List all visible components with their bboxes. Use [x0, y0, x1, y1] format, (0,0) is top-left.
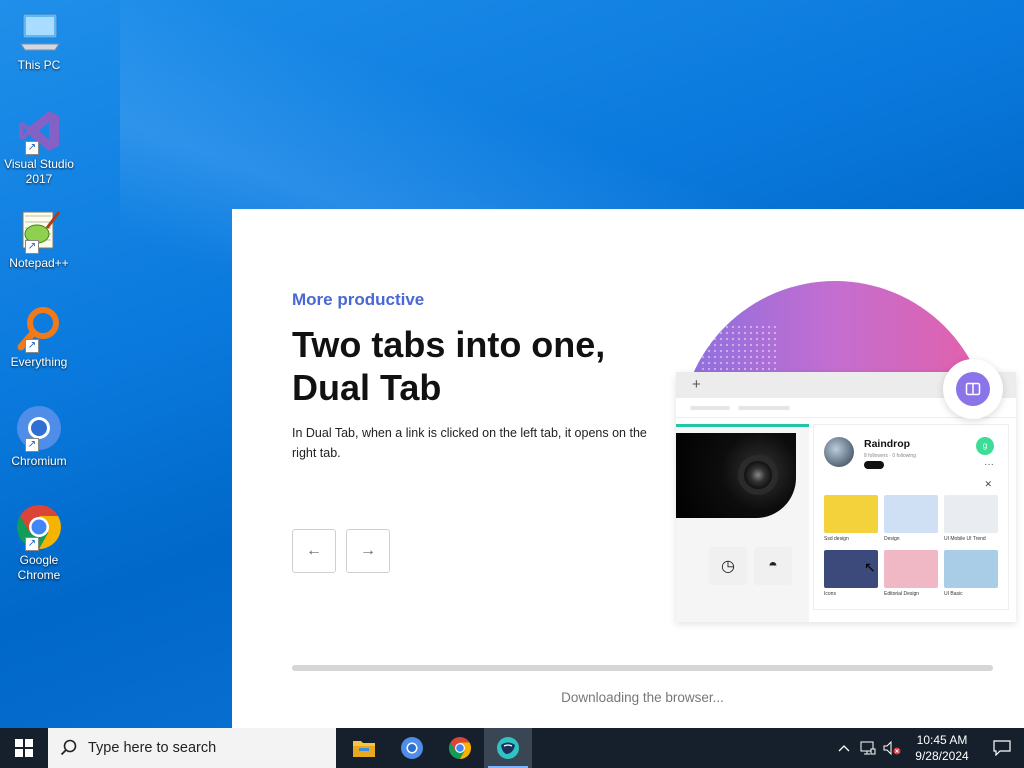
- download-progress-fill: [292, 665, 993, 671]
- desktop-icon-label: Notepad++: [9, 256, 69, 270]
- system-tray: 10:45 AM 9/28/2024: [832, 728, 1024, 768]
- desktop-icon-label: Chromium: [11, 454, 67, 468]
- profile-name: Raindrop: [864, 438, 911, 450]
- whale-browser-icon: [497, 737, 519, 759]
- chromium-icon: [401, 737, 423, 759]
- visual-studio-icon: ↗: [15, 107, 63, 155]
- taskbar-clock[interactable]: 10:45 AM 9/28/2024: [904, 732, 980, 764]
- tile-editorial: [884, 550, 938, 588]
- page-title: Two tabs into one, Dual Tab: [292, 324, 606, 408]
- tile-caption: Editorial Design: [884, 591, 920, 597]
- previous-slide-button[interactable]: ←: [292, 529, 336, 573]
- desktop-icon-chromium[interactable]: ↗ Chromium: [2, 404, 76, 469]
- shortcut-arrow-icon: ↗: [25, 339, 39, 353]
- next-slide-button[interactable]: →: [346, 529, 390, 573]
- shortcut-arrow-icon: ↗: [25, 240, 39, 254]
- notepadpp-icon: ↗: [15, 206, 63, 254]
- taskbar: Type here to search 10:45 AM 9/28/2024: [0, 728, 1024, 768]
- desktop-icon-visual-studio[interactable]: ↗ Visual Studio 2017: [2, 107, 76, 187]
- tile-design: [884, 495, 938, 533]
- desktop-icon-everything[interactable]: ↗ Everything: [2, 305, 76, 370]
- desktop-icon-label: This PC: [17, 58, 61, 72]
- kicker-text: More productive: [292, 290, 425, 309]
- desktop-icon-label: Visual Studio 2017: [4, 157, 74, 186]
- follow-pill: [864, 461, 884, 469]
- taskbar-chrome[interactable]: [436, 728, 484, 768]
- chromium-icon: ↗: [15, 404, 63, 452]
- arrow-right-icon: →: [360, 542, 376, 559]
- tile-ui-basic: [944, 550, 998, 588]
- tile-caption: Ssd design: [824, 536, 849, 542]
- shortcut-arrow-icon: ↗: [25, 438, 39, 452]
- mock-left-tab: ◷ ◓: [676, 424, 809, 622]
- installer-window: More productive Two tabs into one, Dual …: [232, 209, 1024, 728]
- search-icon: [60, 739, 77, 756]
- action-center-button[interactable]: [980, 728, 1024, 768]
- status-text: Downloading the browser...: [561, 690, 724, 705]
- shortcut-arrow-icon: ↗: [25, 537, 39, 551]
- desktop-icon-notepadpp[interactable]: ↗ Notepad++: [2, 206, 76, 271]
- tile-caption: Icons: [824, 591, 836, 597]
- lens-icon: [738, 455, 778, 495]
- new-tab-plus-icon: +: [692, 376, 701, 393]
- feature-description: In Dual Tab, when a link is clicked on t…: [292, 426, 647, 460]
- dual-tab-illustration: + ◷ ◓ Raindrop 8 followers · 0 following…: [664, 279, 1024, 624]
- windows-logo-icon: [15, 739, 33, 757]
- chrome-icon: [449, 737, 471, 759]
- profile-meta: 8 followers · 0 following: [864, 453, 916, 459]
- file-explorer-icon: [353, 741, 375, 757]
- dual-tab-fab: [943, 359, 1003, 419]
- desktop-icon-label: Everything: [10, 355, 68, 369]
- tile-caption: Design: [884, 536, 900, 542]
- tile-caption: UI Basic: [944, 591, 963, 597]
- clock-time: 10:45 AM: [916, 733, 968, 747]
- taskbar-chromium[interactable]: [388, 728, 436, 768]
- cap-icon: ◓: [754, 547, 792, 585]
- notification-icon: [993, 740, 1011, 756]
- taskbar-whale-browser[interactable]: [484, 728, 532, 768]
- everything-icon: ↗: [15, 305, 63, 353]
- this-pc-icon: [15, 8, 63, 56]
- desktop-icon-this-pc[interactable]: This PC: [2, 8, 76, 73]
- camera-lens-photo: [676, 433, 796, 518]
- mouse-cursor-icon: ↖: [864, 559, 876, 575]
- tile-headphones: [824, 495, 878, 533]
- tile-mobile-ui: [944, 495, 998, 533]
- desktop-icon-label: Google Chrome: [17, 553, 61, 582]
- more-dots-icon: ···: [984, 459, 994, 470]
- network-icon[interactable]: [856, 728, 880, 768]
- start-button[interactable]: [0, 728, 48, 768]
- clock-icon: ◷: [709, 547, 747, 585]
- mock-right-tab: Raindrop 8 followers · 0 following g ···…: [813, 424, 1009, 610]
- close-icon: ✕: [984, 479, 992, 489]
- search-placeholder: Type here to search: [88, 740, 217, 756]
- taskbar-file-explorer[interactable]: [340, 728, 388, 768]
- arrow-left-icon: ←: [306, 542, 322, 559]
- download-progress-bar: [292, 665, 993, 671]
- volume-muted-icon[interactable]: [880, 728, 904, 768]
- desktop-icon-google-chrome[interactable]: ↗ Google Chrome: [2, 503, 76, 583]
- show-hidden-icons-chevron-icon[interactable]: [832, 728, 856, 768]
- split-view-icon: [956, 372, 990, 406]
- clock-date: 9/28/2024: [915, 749, 969, 763]
- tile-caption: UI Mobile UI Trend: [944, 536, 986, 542]
- chrome-icon: ↗: [15, 503, 63, 551]
- taskbar-search-box[interactable]: Type here to search: [48, 728, 336, 768]
- shortcut-arrow-icon: ↗: [25, 141, 39, 155]
- profile-avatar: [824, 437, 854, 467]
- notification-dot: g: [976, 437, 994, 455]
